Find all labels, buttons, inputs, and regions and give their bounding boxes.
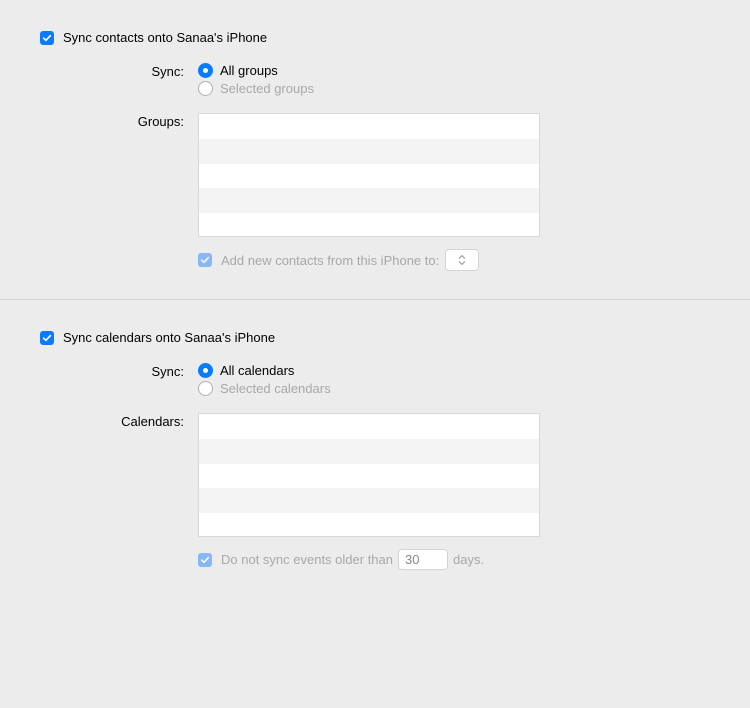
sync-calendars-label: Sync calendars onto Sanaa's iPhone (63, 330, 275, 345)
contacts-add-new-row: Add new contacts from this iPhone to: (198, 237, 710, 271)
contacts-header: Sync contacts onto Sanaa's iPhone (40, 30, 710, 45)
calendars-radio-selected[interactable] (198, 381, 213, 396)
add-new-contacts-content: Add new contacts from this iPhone to: (221, 249, 479, 271)
sync-calendars-checkbox[interactable] (40, 331, 54, 345)
list-item (199, 213, 539, 237)
add-new-contacts-label: Add new contacts from this iPhone to: (221, 253, 439, 268)
calendars-section: Sync calendars onto Sanaa's iPhone Sync:… (0, 299, 750, 598)
calendars-radio-selected-label: Selected calendars (220, 381, 331, 396)
list-item (199, 139, 539, 164)
events-older-checkbox[interactable] (198, 553, 212, 567)
calendars-list-label: Calendars: (40, 413, 198, 429)
list-item (199, 513, 539, 537)
calendars-radio-all-label: All calendars (220, 363, 294, 378)
checkmark-icon (200, 555, 210, 565)
chevron-updown-icon (458, 254, 466, 266)
contacts-section: Sync contacts onto Sanaa's iPhone Sync: … (0, 0, 750, 299)
checkmark-icon (42, 33, 52, 43)
sync-contacts-checkbox[interactable] (40, 31, 54, 45)
contacts-radio-selected-label: Selected groups (220, 81, 314, 96)
list-item (199, 464, 539, 489)
calendars-radio-all[interactable] (198, 363, 213, 378)
contacts-groups-content: Add new contacts from this iPhone to: (198, 113, 710, 271)
events-older-prefix: Do not sync events older than (221, 552, 393, 567)
calendars-list-row: Calendars: Do not sync events older than… (40, 413, 710, 570)
calendars-list-content: Do not sync events older than 30 days. (198, 413, 710, 570)
list-item (199, 164, 539, 189)
sync-contacts-label: Sync contacts onto Sanaa's iPhone (63, 30, 267, 45)
contacts-radio-selected-option[interactable]: Selected groups (198, 81, 710, 96)
list-item (199, 488, 539, 513)
events-older-days-input[interactable]: 30 (398, 549, 448, 570)
events-older-content: Do not sync events older than 30 days. (221, 549, 484, 570)
contacts-groups-label: Groups: (40, 113, 198, 129)
events-older-row: Do not sync events older than 30 days. (198, 537, 710, 570)
add-new-contacts-popup[interactable] (445, 249, 479, 271)
calendars-sync-row: Sync: All calendars Selected calendars (40, 363, 710, 399)
contacts-groups-row: Groups: Add new contacts from this iPhon… (40, 113, 710, 271)
contacts-radio-all-label: All groups (220, 63, 278, 78)
calendars-listbox[interactable] (198, 413, 540, 537)
calendars-sync-row-label: Sync: (40, 363, 198, 379)
contacts-sync-row-label: Sync: (40, 63, 198, 79)
calendars-radio-all-option[interactable]: All calendars (198, 363, 710, 378)
calendars-header: Sync calendars onto Sanaa's iPhone (40, 330, 710, 345)
list-item (199, 114, 539, 139)
checkmark-icon (200, 255, 210, 265)
contacts-radio-selected[interactable] (198, 81, 213, 96)
contacts-radio-all[interactable] (198, 63, 213, 78)
contacts-sync-row: Sync: All groups Selected groups (40, 63, 710, 99)
list-item (199, 439, 539, 464)
contacts-groups-listbox[interactable] (198, 113, 540, 237)
contacts-sync-options: All groups Selected groups (198, 63, 710, 99)
checkmark-icon (42, 333, 52, 343)
contacts-radio-all-option[interactable]: All groups (198, 63, 710, 78)
calendars-radio-selected-option[interactable]: Selected calendars (198, 381, 710, 396)
list-item (199, 188, 539, 213)
events-older-suffix: days. (453, 552, 484, 567)
list-item (199, 414, 539, 439)
calendars-sync-options: All calendars Selected calendars (198, 363, 710, 399)
add-new-contacts-checkbox[interactable] (198, 253, 212, 267)
